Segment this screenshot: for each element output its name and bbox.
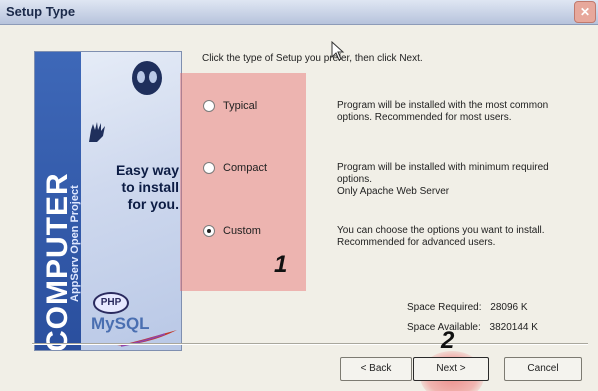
step-marker-1: 1 <box>274 251 288 278</box>
space-required-value: 28096 K <box>490 302 528 313</box>
space-required-label: Space Required: <box>407 302 482 313</box>
radio-label-compact: Compact <box>223 162 268 174</box>
radio-option-compact[interactable]: Compact <box>203 162 267 174</box>
window-title: Setup Type <box>6 4 76 19</box>
description-line: options. <box>337 174 373 185</box>
radio-compact[interactable] <box>203 162 215 174</box>
space-available: Space Available: 3820144 K <box>407 322 538 333</box>
description-line: options. Recommended for most users. <box>337 112 512 123</box>
description-line: Program will be installed with the most … <box>337 100 549 111</box>
back-button[interactable]: < Back <box>340 357 412 381</box>
description-line: Program will be installed with minimum r… <box>337 162 549 173</box>
close-button[interactable]: ✕ <box>574 1 596 23</box>
tagline-line-2: to install <box>121 179 179 195</box>
apache-feather-icon <box>117 330 177 347</box>
instruction-text: Click the type of Setup you prefer, then… <box>202 53 423 64</box>
cancel-button[interactable]: Cancel <box>504 357 582 381</box>
banner-tagline: Easy way to install for you. <box>83 162 179 213</box>
banner-product: AppServ Open Project <box>69 185 81 302</box>
radio-custom[interactable] <box>203 225 215 237</box>
description-line: Only Apache Web Server <box>337 186 450 197</box>
description-custom: You can choose the options you want to i… <box>337 225 587 249</box>
button-separator <box>32 343 588 345</box>
space-required: Space Required: 28096 K <box>407 302 528 313</box>
description-line: You can choose the options you want to i… <box>337 225 545 236</box>
step-marker-2: 2 <box>441 327 455 354</box>
radio-label-custom: Custom <box>223 225 261 237</box>
title-bar[interactable]: Setup Type ✕ <box>0 0 598 25</box>
tagline-line-3: for you. <box>127 196 179 212</box>
description-typical: Program will be installed with the most … <box>337 100 587 124</box>
next-button[interactable]: Next > <box>413 357 489 381</box>
dialog-content: COMPUTER AppServ Open Project Easy way t… <box>0 25 598 391</box>
radio-option-typical[interactable]: Typical <box>203 100 257 112</box>
description-line: Recommended for advanced users. <box>337 237 496 248</box>
space-available-value: 3820144 K <box>489 322 538 333</box>
description-compact: Program will be installed with minimum r… <box>337 162 587 198</box>
radio-typical[interactable] <box>203 100 215 112</box>
radio-option-custom[interactable]: Custom <box>203 225 261 237</box>
mouse-cursor-icon <box>331 41 345 61</box>
radio-label-typical: Typical <box>223 100 258 112</box>
php-logo: PHP <box>93 292 129 314</box>
hand-icon <box>89 122 105 142</box>
side-banner: COMPUTER AppServ Open Project Easy way t… <box>34 51 182 351</box>
setup-window: Setup Type ✕ COMPUTER AppServ Open Proje… <box>0 0 598 391</box>
tagline-line-1: Easy way <box>115 162 179 178</box>
alien-logo-icon <box>132 61 162 95</box>
